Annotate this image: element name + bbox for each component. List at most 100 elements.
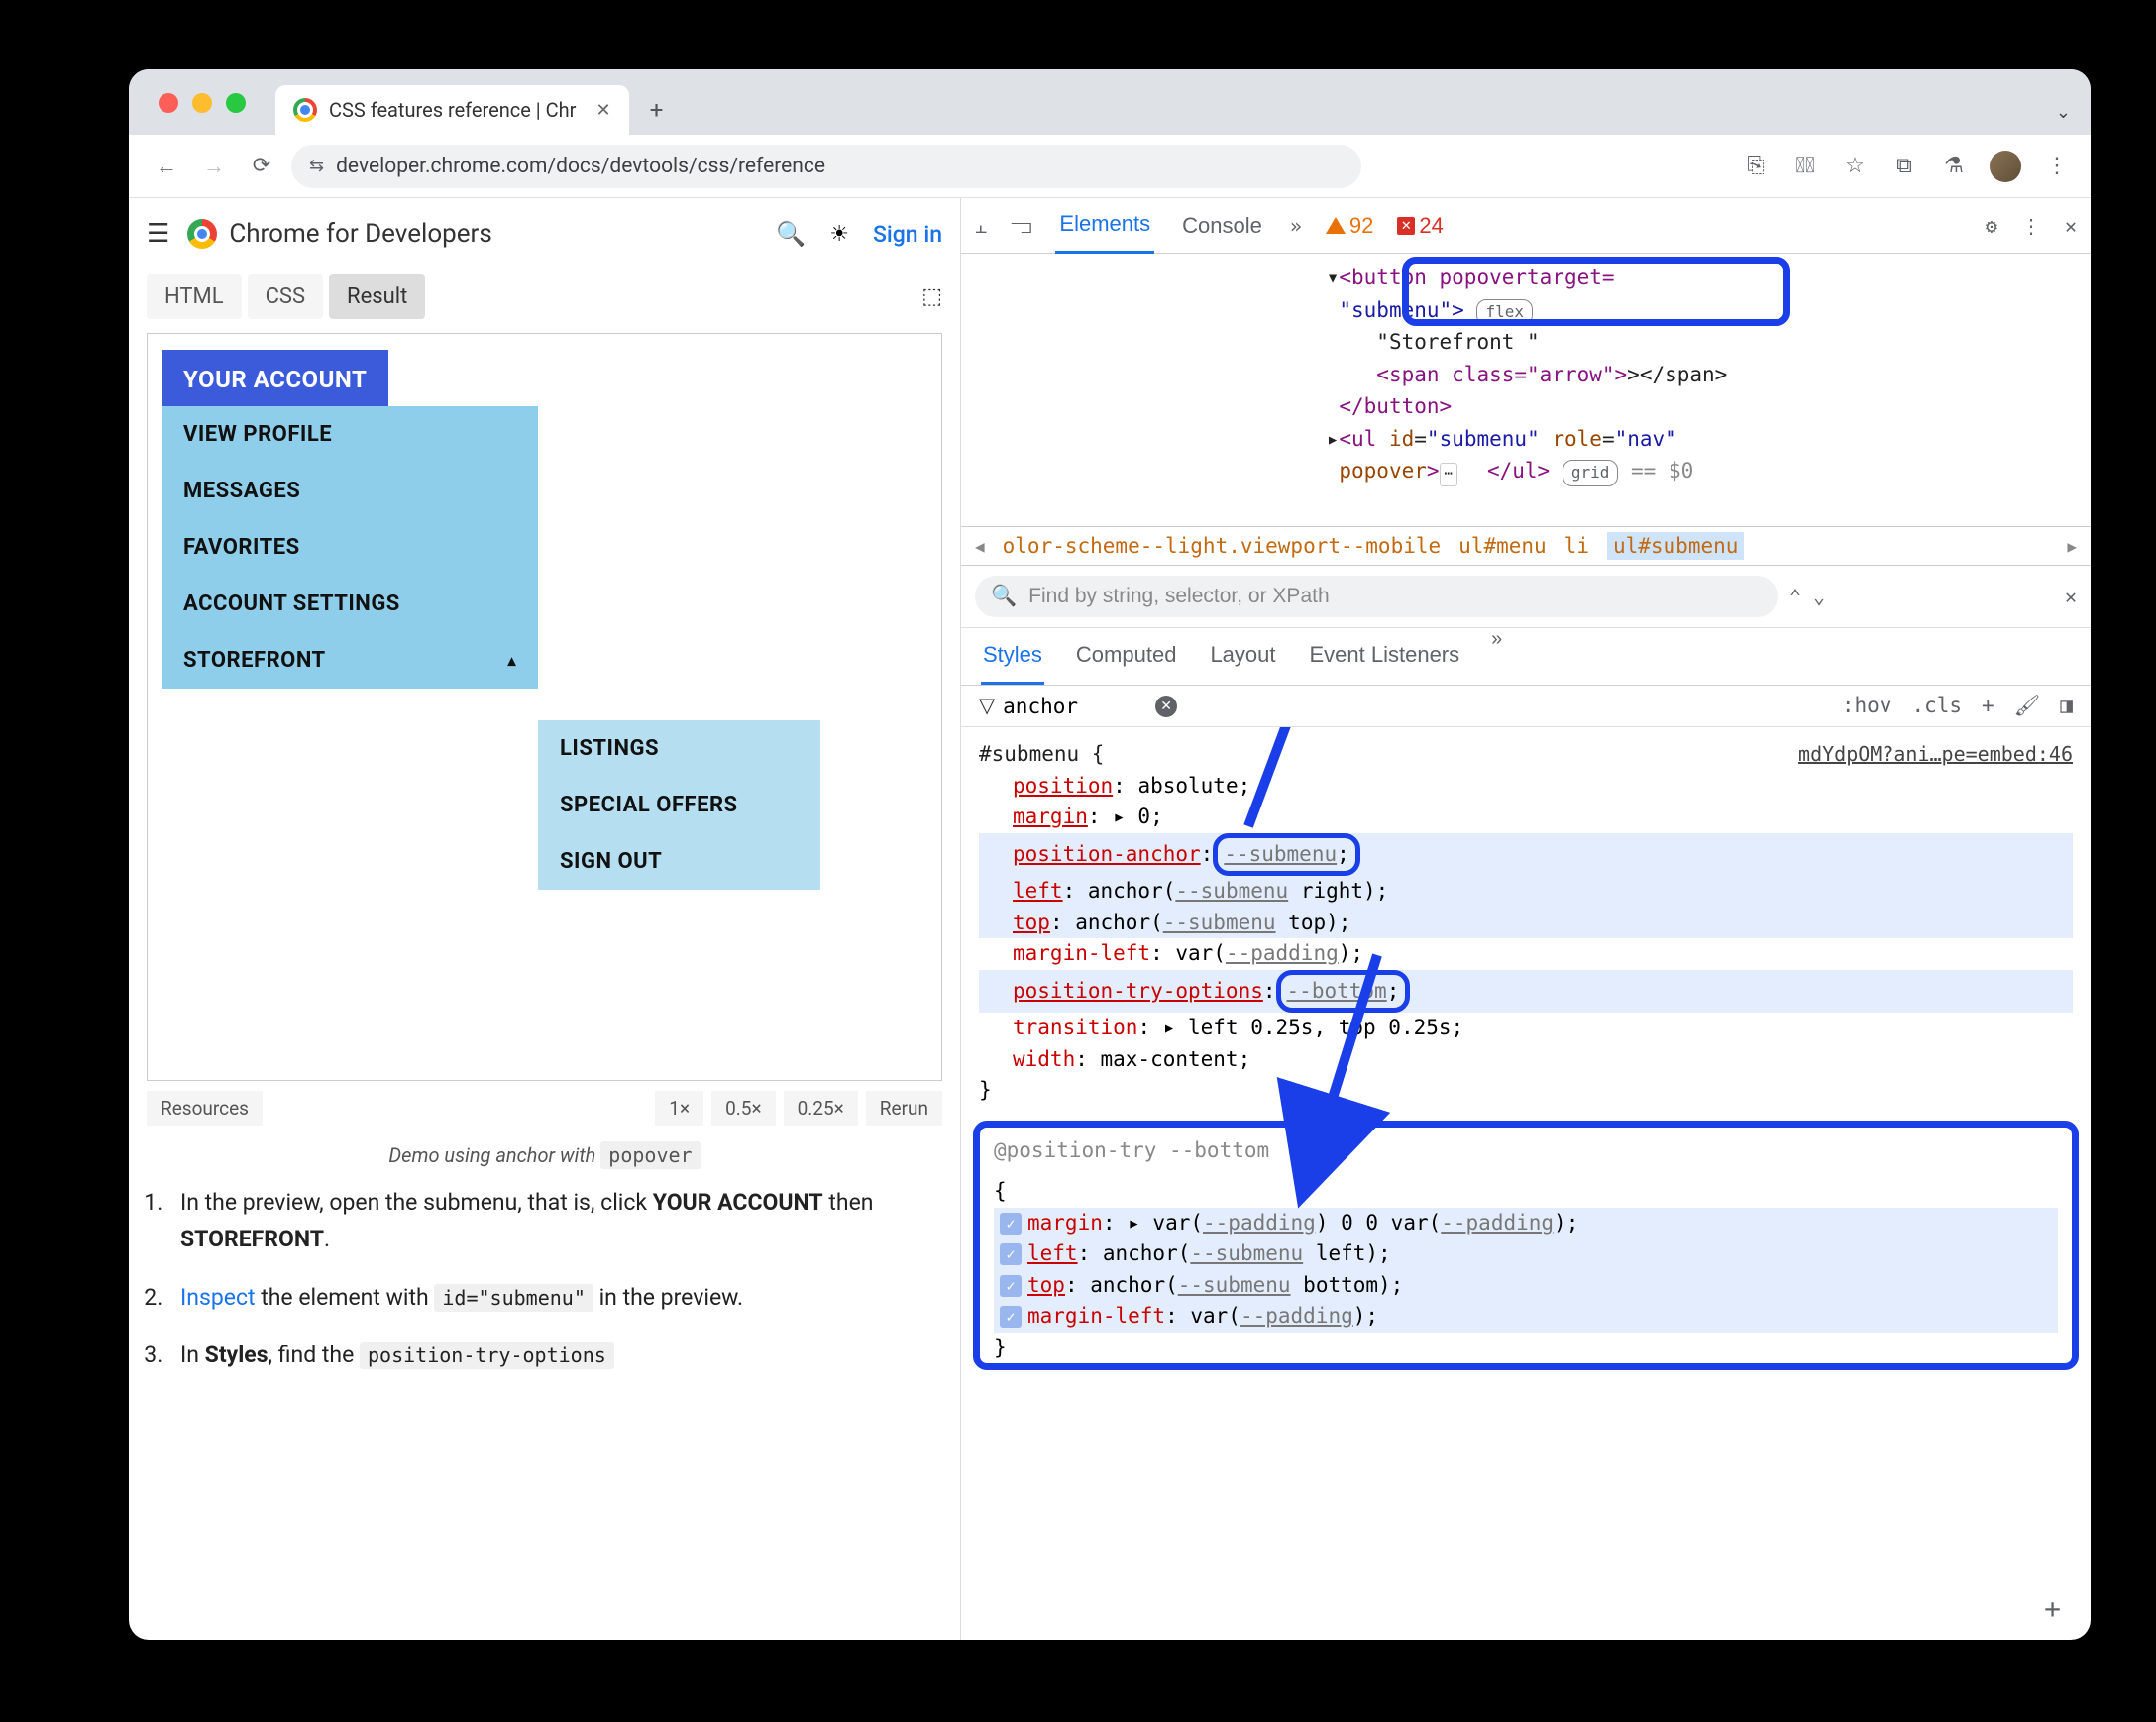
dom-tree[interactable]: ▾<button popovertarget= "submenu"> flex … xyxy=(961,254,2091,526)
filter-input[interactable]: ▽ xyxy=(979,694,1141,718)
tab-elements[interactable]: Elements xyxy=(1055,197,1154,254)
panel-icon[interactable]: ◨ xyxy=(2060,694,2073,718)
incognito-icon[interactable]: 👁̸ xyxy=(1791,153,1819,180)
minimize-window[interactable] xyxy=(192,93,212,113)
menu-icon[interactable]: ⋮ xyxy=(2043,153,2071,180)
reload-button[interactable]: ⟳ xyxy=(244,149,279,184)
browser-tab[interactable]: CSS features reference | Chr ✕ xyxy=(275,85,629,135)
errors-badge[interactable]: ✕24 xyxy=(1397,213,1443,239)
zoom-05x[interactable]: 0.5× xyxy=(711,1091,776,1126)
style-search-input[interactable]: 🔍 Find by string, selector, or XPath xyxy=(975,576,1778,617)
inspect-link[interactable]: Inspect xyxy=(180,1284,256,1311)
crumb-next-icon[interactable]: ▶ xyxy=(2067,537,2077,556)
breadcrumb[interactable]: ◀ olor-scheme--light.viewport--mobile ul… xyxy=(961,526,2091,566)
close-window[interactable] xyxy=(159,93,178,113)
bookmark-icon[interactable]: ☆ xyxy=(1841,153,1869,180)
menu-item[interactable]: FAVORITES xyxy=(162,519,538,576)
extensions-icon[interactable]: ⧉ xyxy=(1890,153,1918,180)
annotation-box: @position-try --bottom { <style> ✓margin… xyxy=(973,1121,2079,1371)
tab-bar: CSS features reference | Chr ✕ + ⌄ xyxy=(129,69,2091,135)
tab-html[interactable]: HTML xyxy=(147,274,242,319)
annotation-highlight xyxy=(1402,257,1790,326)
labs-icon[interactable]: ⚗ xyxy=(1940,153,1968,180)
source-link[interactable]: mdYdpOM?ani…pe=embed:46 xyxy=(1798,739,2073,769)
tab-styles[interactable]: Styles xyxy=(981,628,1044,685)
tab-computed[interactable]: Computed xyxy=(1074,628,1179,685)
zoom-025x[interactable]: 0.25× xyxy=(784,1091,858,1126)
profile-avatar[interactable] xyxy=(1990,151,2021,182)
toolbar: ← → ⟳ ⇆ developer.chrome.com/docs/devtoo… xyxy=(129,135,2091,198)
search-icon: 🔍 xyxy=(991,585,1017,608)
submenu-primary: VIEW PROFILE MESSAGES FAVORITES ACCOUNT … xyxy=(162,406,538,689)
menu-item-storefront[interactable]: STOREFRONT ▴ xyxy=(162,632,538,689)
menu-item[interactable]: MESSAGES xyxy=(162,463,538,519)
new-tab-button[interactable]: + xyxy=(637,90,677,130)
resources-button[interactable]: Resources xyxy=(147,1091,263,1126)
checkbox-icon[interactable]: ✓ xyxy=(1000,1306,1022,1328)
cls-toggle[interactable]: .cls xyxy=(1911,694,1962,718)
menu-root-button[interactable]: YOUR ACCOUNT xyxy=(162,350,388,409)
codepen-icon[interactable]: ⬚ xyxy=(921,284,942,309)
tab-title: CSS features reference | Chr xyxy=(329,98,576,122)
close-search-icon[interactable]: ✕ xyxy=(2065,585,2077,608)
kebab-icon[interactable]: ⋮ xyxy=(2021,214,2041,238)
site-info-icon[interactable]: ⇆ xyxy=(309,156,324,176)
instruction-steps: In the preview, open the submenu, that i… xyxy=(168,1185,920,1374)
checkbox-icon[interactable]: ✓ xyxy=(1000,1243,1022,1265)
step-3: In Styles, find the position-try-options xyxy=(168,1338,920,1374)
crumb-selected[interactable]: ul#submenu xyxy=(1607,532,1744,560)
clear-filter-icon[interactable]: ✕ xyxy=(1155,696,1177,717)
submenu-item[interactable]: LISTINGS xyxy=(538,720,820,777)
back-button[interactable]: ← xyxy=(149,149,184,184)
filter-icon: ▽ xyxy=(979,694,995,718)
checkbox-icon[interactable]: ✓ xyxy=(1000,1213,1022,1235)
cast-icon[interactable]: ⎘ xyxy=(1742,153,1770,180)
close-tab-icon[interactable]: ✕ xyxy=(595,100,610,121)
more-style-tabs-icon[interactable]: » xyxy=(1491,628,1502,685)
page-content: ☰ Chrome for Developers 🔍 ☀ Sign in HTML… xyxy=(129,198,961,1640)
search-icon[interactable]: 🔍 xyxy=(776,220,806,248)
add-declaration-icon[interactable]: + xyxy=(2044,1588,2061,1630)
tab-console[interactable]: Console xyxy=(1178,199,1266,253)
tab-overflow-button[interactable]: ⌄ xyxy=(2056,102,2071,123)
demo-tabs: HTML CSS Result ⬚ xyxy=(147,274,942,319)
style-tabs: Styles Computed Layout Event Listeners » xyxy=(961,628,2091,686)
more-tabs-icon[interactable]: » xyxy=(1290,214,1302,238)
caret-up-icon: ▴ xyxy=(507,651,516,670)
paint-icon[interactable]: 🖌 xyxy=(2014,694,2041,718)
submenu-item[interactable]: SPECIAL OFFERS xyxy=(538,777,820,833)
site-header: ☰ Chrome for Developers 🔍 ☀ Sign in xyxy=(129,198,960,269)
tab-result[interactable]: Result xyxy=(329,274,425,319)
maximize-window[interactable] xyxy=(226,93,246,113)
css-rules[interactable]: mdYdpOM?ani…pe=embed:46 #submenu { posit… xyxy=(961,727,2091,1640)
chrome-icon xyxy=(293,98,317,122)
tab-listeners[interactable]: Event Listeners xyxy=(1308,628,1462,685)
address-bar[interactable]: ⇆ developer.chrome.com/docs/devtools/css… xyxy=(291,145,1361,188)
site-logo[interactable]: Chrome for Developers xyxy=(187,219,491,249)
url-text: developer.chrome.com/docs/devtools/css/r… xyxy=(336,155,825,178)
search-up-icon[interactable]: ⌃ xyxy=(1789,585,1801,608)
new-rule-icon[interactable]: + xyxy=(1982,694,1994,718)
submenu-item[interactable]: SIGN OUT xyxy=(538,833,820,890)
zoom-1x[interactable]: 1× xyxy=(655,1091,703,1126)
warnings-badge[interactable]: 92 xyxy=(1326,213,1373,239)
inspect-icon[interactable]: ⫠ xyxy=(975,214,987,238)
demo-preview: YOUR ACCOUNT VIEW PROFILE MESSAGES FAVOR… xyxy=(147,333,942,1081)
hamburger-icon[interactable]: ☰ xyxy=(147,219,169,249)
close-devtools-icon[interactable]: ✕ xyxy=(2065,214,2077,238)
forward-button[interactable]: → xyxy=(196,149,232,184)
hov-toggle[interactable]: :hov xyxy=(1842,694,1892,718)
checkbox-icon[interactable]: ✓ xyxy=(1000,1275,1022,1297)
search-down-icon[interactable]: ⌄ xyxy=(1813,585,1825,608)
tab-layout[interactable]: Layout xyxy=(1208,628,1277,685)
crumb-prev-icon[interactable]: ◀ xyxy=(975,537,985,556)
device-icon[interactable]: ⫎ xyxy=(1011,214,1031,238)
rerun-button[interactable]: Rerun xyxy=(866,1091,942,1126)
gear-icon[interactable]: ⚙ xyxy=(1986,214,1997,238)
tab-css[interactable]: CSS xyxy=(248,274,323,319)
menu-item[interactable]: VIEW PROFILE xyxy=(162,406,538,463)
signin-link[interactable]: Sign in xyxy=(873,221,942,248)
menu-item[interactable]: ACCOUNT SETTINGS xyxy=(162,576,538,632)
preview-controls: Resources 1× 0.5× 0.25× Rerun xyxy=(147,1091,942,1126)
theme-toggle-icon[interactable]: ☀ xyxy=(829,222,849,247)
